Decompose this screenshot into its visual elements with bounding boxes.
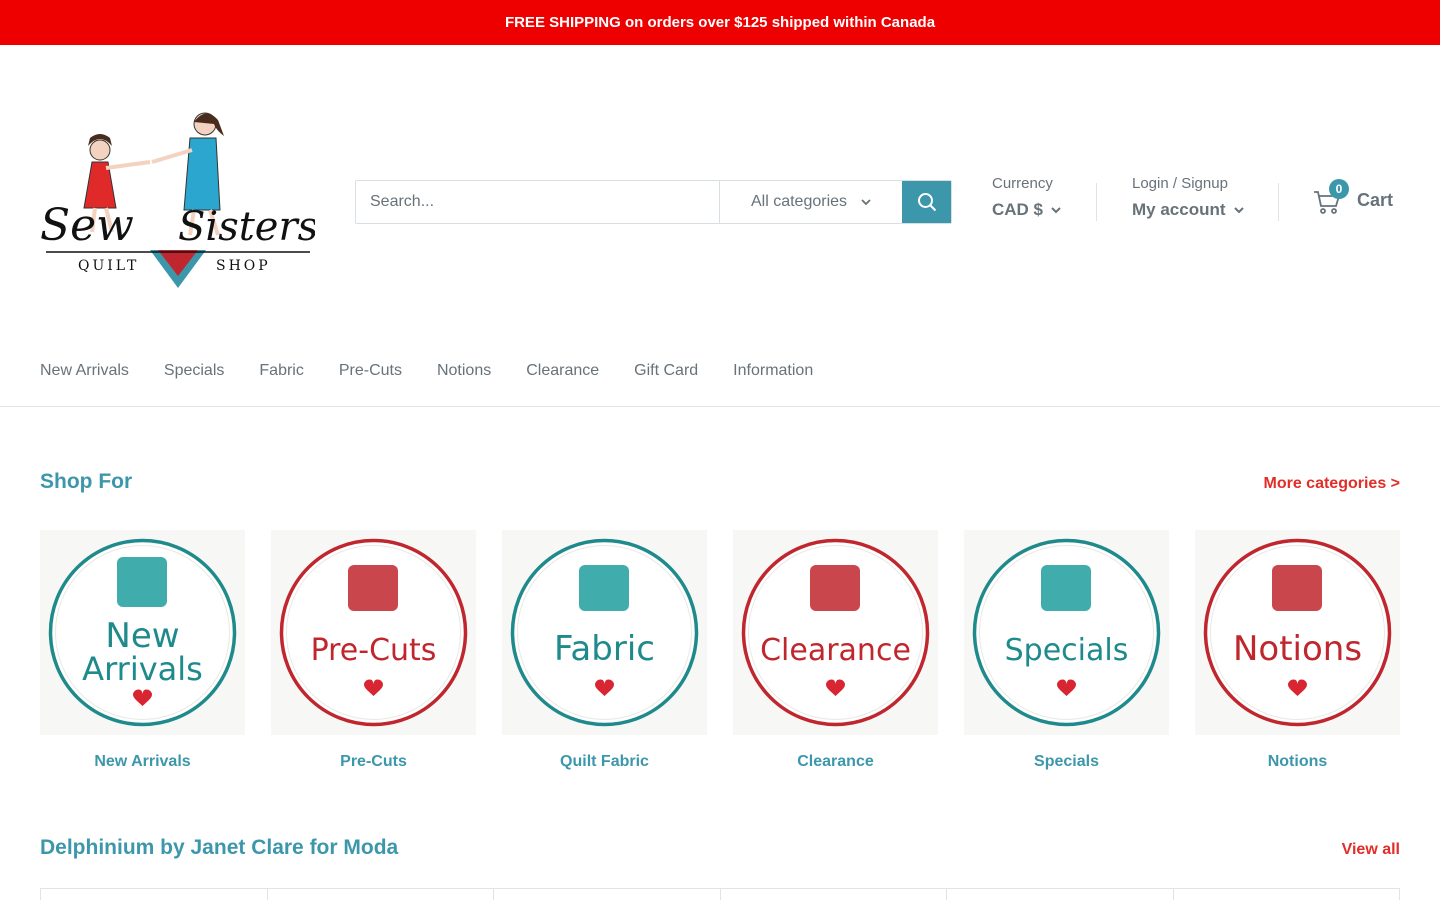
product-card[interactable] bbox=[268, 889, 494, 900]
nav-pre-cuts[interactable]: Pre-Cuts bbox=[339, 362, 402, 380]
account-menu[interactable]: Login / Signup My account bbox=[1132, 175, 1244, 220]
category-card[interactable]: New Arrivals New Arrivals bbox=[40, 530, 245, 771]
category-image: Specials bbox=[964, 530, 1169, 735]
announcement-text: FREE SHIPPING on orders over $125 shippe… bbox=[504, 14, 936, 31]
category-label: Specials bbox=[1034, 753, 1099, 770]
category-select-value: All categories bbox=[750, 193, 848, 210]
nav-clearance[interactable]: Clearance bbox=[526, 362, 599, 380]
product-card[interactable] bbox=[721, 889, 947, 900]
category-card[interactable]: Clearance Clearance bbox=[733, 530, 938, 771]
cart-icon: 0 bbox=[1313, 179, 1349, 215]
nav-information[interactable]: Information bbox=[733, 362, 813, 380]
nav-gift-card[interactable]: Gift Card bbox=[634, 362, 698, 380]
nav-new-arrivals[interactable]: New Arrivals bbox=[40, 362, 129, 380]
category-label: Quilt Fabric bbox=[560, 753, 649, 770]
chevron-down-icon bbox=[1051, 206, 1061, 213]
svg-text:QUILT: QUILT bbox=[78, 258, 139, 274]
shop-for-title: Shop For bbox=[40, 470, 133, 493]
category-label: Notions bbox=[1267, 753, 1328, 770]
category-label: Clearance bbox=[797, 753, 874, 770]
search-button[interactable] bbox=[902, 181, 951, 223]
nav-notions[interactable]: Notions bbox=[437, 362, 491, 380]
category-grid: New Arrivals New Arrivals Pre-Cuts Pre-Cuts F… bbox=[40, 530, 1400, 771]
product-card[interactable] bbox=[494, 889, 721, 900]
category-image: Pre-Cuts bbox=[271, 530, 476, 735]
chevron-down-icon bbox=[1233, 206, 1244, 213]
product-grid bbox=[40, 888, 1400, 900]
product-card[interactable] bbox=[41, 889, 268, 900]
product-card[interactable] bbox=[1174, 889, 1400, 900]
cart-label: Cart bbox=[1357, 189, 1394, 210]
search-icon bbox=[917, 193, 936, 212]
category-label: New Arrivals bbox=[94, 753, 191, 770]
svg-text:Sew: Sew bbox=[40, 200, 134, 251]
svg-text:Notions: Notions bbox=[1233, 629, 1362, 669]
store-logo[interactable]: Sew Sisters QUILT SHOP bbox=[40, 110, 318, 295]
my-account-label: My account bbox=[1132, 200, 1226, 219]
svg-text:Clearance: Clearance bbox=[760, 633, 911, 668]
category-card[interactable]: Pre-Cuts Pre-Cuts bbox=[271, 530, 476, 771]
svg-text:Sisters: Sisters bbox=[178, 204, 315, 250]
more-categories-link[interactable]: More categories > bbox=[1264, 475, 1401, 493]
svg-text:Pre-Cuts: Pre-Cuts bbox=[311, 633, 437, 668]
cart-link[interactable]: 0 Cart bbox=[1313, 179, 1394, 215]
category-card[interactable]: Fabric Quilt Fabric bbox=[502, 530, 707, 771]
nav-specials[interactable]: Specials bbox=[164, 362, 224, 380]
currency-value: CAD $ bbox=[992, 200, 1044, 219]
svg-text:Specials: Specials bbox=[1005, 633, 1129, 668]
category-image: Notions bbox=[1195, 530, 1400, 735]
svg-text:Fabric: Fabric bbox=[554, 629, 655, 669]
main-nav: New Arrivals Specials Fabric Pre-Cuts No… bbox=[40, 362, 848, 380]
sew-sisters-logo-image: Sew Sisters QUILT SHOP bbox=[40, 112, 318, 288]
login-signup-link[interactable]: Login / Signup bbox=[1132, 175, 1244, 192]
search-input[interactable] bbox=[356, 181, 720, 223]
header-divider bbox=[1096, 183, 1097, 221]
nav-fabric[interactable]: Fabric bbox=[259, 362, 303, 380]
view-all-link[interactable]: View all bbox=[1342, 841, 1400, 859]
category-card[interactable]: Notions Notions bbox=[1195, 530, 1400, 771]
svg-text:Arrivals: Arrivals bbox=[82, 650, 203, 688]
category-image: Clearance bbox=[733, 530, 938, 735]
search-form: All categories bbox=[355, 180, 952, 224]
announcement-bar: FREE SHIPPING on orders over $125 shippe… bbox=[0, 0, 1440, 45]
currency-label: Currency bbox=[992, 175, 1053, 192]
category-image: New Arrivals bbox=[40, 530, 245, 735]
cart-count-badge: 0 bbox=[1329, 179, 1349, 199]
chevron-down-icon bbox=[861, 198, 871, 205]
category-label: Pre-Cuts bbox=[340, 753, 407, 770]
category-select[interactable]: All categories bbox=[720, 181, 902, 223]
svg-text:SHOP: SHOP bbox=[216, 258, 271, 274]
header: Sew Sisters QUILT SHOP All categories Cu… bbox=[0, 45, 1440, 345]
category-card[interactable]: Specials Specials bbox=[964, 530, 1169, 771]
product-card[interactable] bbox=[947, 889, 1174, 900]
category-image: Fabric bbox=[502, 530, 707, 735]
collection-title: Delphinium by Janet Clare for Moda bbox=[40, 836, 399, 859]
nav-divider bbox=[0, 406, 1440, 407]
header-divider bbox=[1278, 183, 1279, 221]
currency-selector[interactable]: Currency CAD $ bbox=[992, 175, 1061, 220]
